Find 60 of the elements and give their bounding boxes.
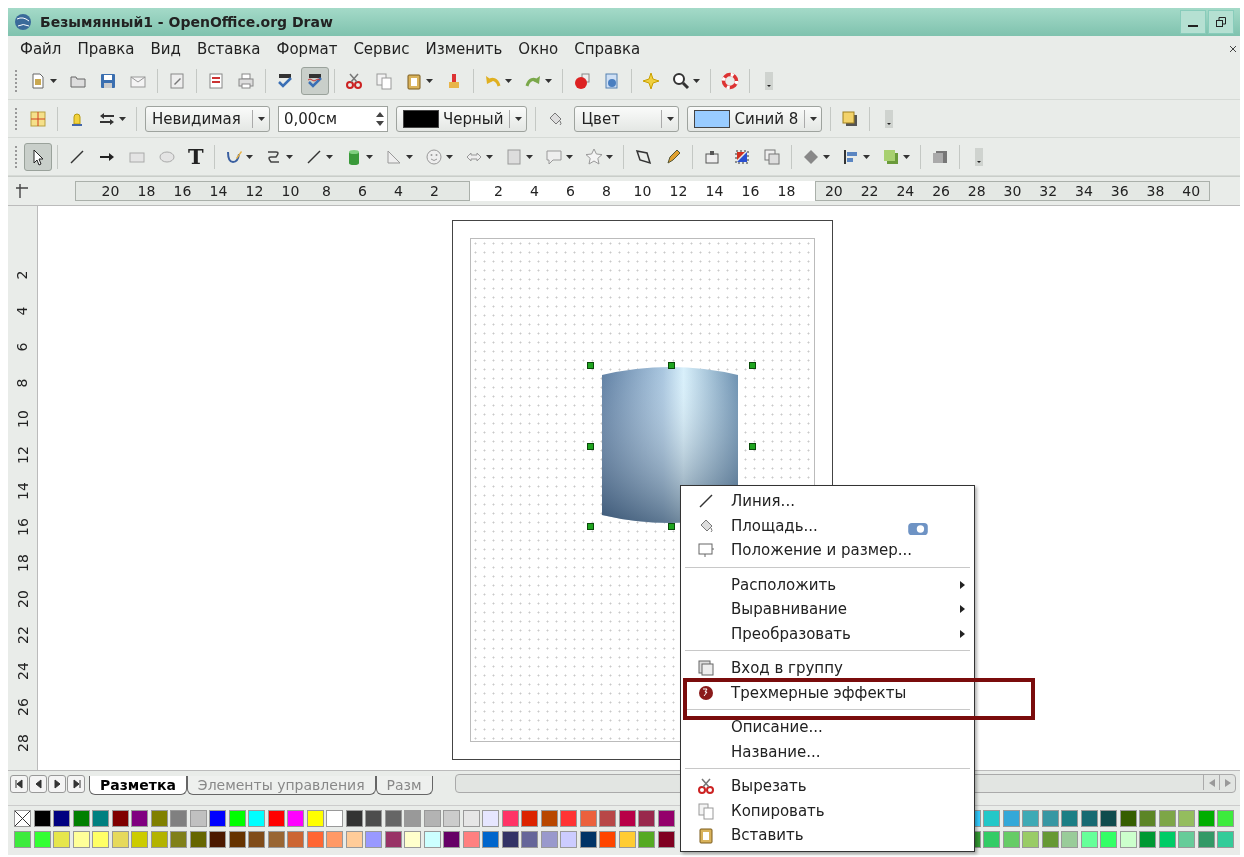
ruler-number: 8 [321, 183, 332, 199]
ruler-number: 20 [100, 183, 121, 199]
ruler-number: 16 [740, 183, 761, 199]
ruler-number: 20 [823, 183, 844, 199]
menu-item-label: Выравнивание [731, 600, 848, 619]
ruler-number: 24 [895, 183, 916, 199]
ruler-number: 8 [601, 183, 612, 199]
ruler-number: 40 [1181, 183, 1202, 199]
ruler-number: 6 [357, 183, 368, 199]
ruler-number: 4 [393, 183, 404, 199]
menu-item-label: Название... [731, 742, 821, 761]
ruler-number: 32 [1038, 183, 1059, 199]
ruler-number: 8 [14, 378, 31, 388]
ruler-number: 4 [529, 183, 540, 199]
ruler-number: 18 [136, 183, 157, 199]
ruler-number: 38 [1145, 183, 1166, 199]
ruler-number: 2 [429, 183, 440, 199]
menu-item-label: Площадь... [731, 516, 818, 535]
ruler-number: 20 [14, 590, 31, 608]
ruler-number: 2 [14, 270, 31, 280]
menu-item-label: Вырезать [731, 777, 807, 796]
ruler-number: 6 [565, 183, 576, 199]
ruler-number: 18 [776, 183, 797, 199]
ruler-number: 10 [280, 183, 301, 199]
menu-item-label: Расположить [731, 575, 837, 594]
ruler-number: 22 [859, 183, 880, 199]
ruler-number: 18 [14, 554, 31, 572]
menu-item-label: Трехмерные эффекты [731, 683, 907, 702]
ruler-number: 26 [931, 183, 951, 199]
ruler-number: 10 [14, 410, 31, 428]
ruler-number: 36 [1109, 183, 1130, 199]
ruler-number: 2 [493, 183, 504, 199]
ruler-number: 16 [172, 183, 193, 199]
color-name: Черный [443, 109, 504, 128]
ruler-number: 28 [966, 183, 987, 199]
ruler-number: 16 [14, 518, 31, 536]
menu-item-label: Положение и размер... [731, 541, 913, 560]
ruler-number: 26 [14, 698, 31, 716]
ruler-number: 4 [14, 306, 31, 316]
ruler-number: 14 [208, 183, 229, 199]
ruler-number: 14 [14, 482, 31, 500]
ruler-number: 10 [632, 183, 653, 199]
ruler-number: 30 [1002, 183, 1023, 199]
window-title: Безымянный1 - OpenOffice.org Draw [40, 14, 334, 30]
ruler-number: 28 [14, 734, 31, 752]
ruler-number: 24 [14, 662, 31, 680]
menu-item-label: Преобразовать [731, 624, 851, 643]
ruler-number: 34 [1074, 183, 1094, 199]
ruler-number: 12 [668, 183, 689, 199]
ruler-number: 22 [14, 626, 31, 644]
ruler-number: 14 [704, 183, 725, 199]
menu-item-label: Вход в группу [731, 659, 843, 678]
menu-item-label: Копировать [731, 801, 825, 820]
menu-item-label: Вставить [731, 826, 804, 845]
menu-item-label: Описание... [731, 718, 823, 737]
ruler-number: 12 [14, 446, 31, 464]
ruler-number: 6 [14, 342, 31, 352]
ruler-number: 12 [244, 183, 265, 199]
menu-item-label: Линия... [731, 492, 795, 511]
color-name: Синий 8 [734, 109, 799, 128]
